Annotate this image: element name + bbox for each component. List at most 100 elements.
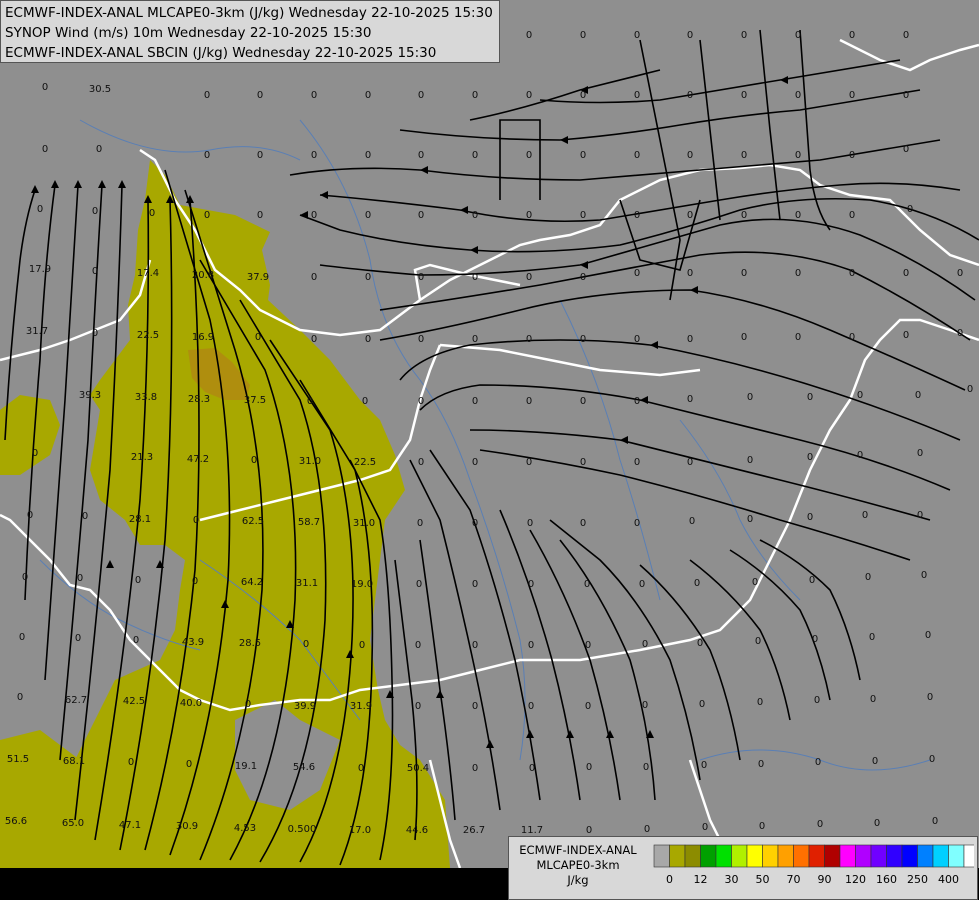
cin-value-label: 0 — [472, 150, 478, 161]
legend-title-line: ECMWF-INDEX-ANAL — [519, 843, 637, 857]
cin-value-label: 0 — [362, 396, 368, 407]
cin-value-label: 0 — [915, 390, 921, 401]
cin-value-label: 0 — [204, 150, 210, 161]
cin-value-label: 28.3 — [188, 394, 210, 405]
cin-value-label: 0 — [870, 694, 876, 705]
cin-value-label: 0 — [526, 30, 532, 41]
cin-value-label: 0.500 — [288, 824, 317, 835]
cin-value-label: 0 — [472, 334, 478, 345]
cin-value-label: 0 — [416, 579, 422, 590]
cin-value-label: 0 — [311, 210, 317, 221]
cin-value-label: 0 — [526, 272, 532, 283]
cin-value-label: 0 — [204, 210, 210, 221]
cin-value-label: 0 — [365, 90, 371, 101]
cin-value-label: 0 — [925, 630, 931, 641]
cin-value-label: 0 — [815, 757, 821, 768]
cin-value-label: 0 — [874, 818, 880, 829]
cin-value-label: 0 — [687, 394, 693, 405]
cin-value-label: 0 — [192, 576, 198, 587]
cin-value-label: 0 — [472, 272, 478, 283]
cin-value-label: 0 — [82, 511, 88, 522]
streamline-arrow — [31, 185, 39, 193]
cin-value-label: 0 — [929, 754, 935, 765]
cin-value-label: 0 — [133, 635, 139, 646]
cin-value-label: 0 — [807, 392, 813, 403]
cin-value-label: 0 — [204, 90, 210, 101]
cin-value-label: 0 — [128, 757, 134, 768]
cin-value-label: 0 — [755, 636, 761, 647]
country-border — [439, 343, 701, 377]
cin-value-label: 0 — [795, 332, 801, 343]
cin-value-label: 39.9 — [294, 701, 316, 712]
wind-streamline — [539, 59, 901, 104]
streamline-arrow — [106, 560, 114, 568]
weather-map: 0 30.5 0 0 0 0 0 0 0 0 0 0 0 0 0 0 0 0 0 0 0 0 0 0 0 0 0 0 0 0 0 0 0 0 0 0 0… — [0, 0, 979, 900]
cin-value-label: 44.6 — [406, 825, 428, 836]
cin-value-label: 0 — [849, 332, 855, 343]
cin-value-label: 0 — [19, 632, 25, 643]
cin-value-label: 0 — [694, 578, 700, 589]
cin-value-label: 20.8 — [192, 270, 214, 281]
wind-streamline — [529, 529, 621, 801]
cin-value-label: 0 — [697, 638, 703, 649]
cin-value-label: 64.2 — [241, 577, 263, 588]
cin-value-label: 0 — [849, 210, 855, 221]
cin-value-label: 0 — [807, 512, 813, 523]
cin-value-label: 0 — [741, 268, 747, 279]
wind-streamline — [299, 197, 979, 253]
cin-value-label: 0 — [921, 570, 927, 581]
cin-value-label: 0 — [135, 575, 141, 586]
cin-value-label: 22.5 — [137, 330, 159, 341]
cin-value-label: 0 — [251, 455, 257, 466]
cin-value-label: 0 — [359, 640, 365, 651]
legend-title-line: J/kg — [567, 873, 589, 887]
cin-value-label: 0 — [472, 701, 478, 712]
wind-streamline — [759, 539, 861, 681]
cin-value-label: 0 — [634, 518, 640, 529]
legend-tick-label: 70 — [787, 873, 801, 886]
cin-value-label: 42.5 — [123, 696, 145, 707]
wind-streamline — [399, 339, 961, 441]
cin-value-label: 0 — [857, 390, 863, 401]
cin-value-label: 0 — [741, 30, 747, 41]
title-line-wind: SYNOP Wind (m/s) 10m Wednesday 22-10-202… — [5, 25, 372, 41]
cin-value-label: 43.9 — [182, 637, 204, 648]
cin-value-label: 56.6 — [5, 816, 27, 827]
title-line-cape: ECMWF-INDEX-ANAL MLCAPE0-3km (J/kg) Wedn… — [5, 5, 493, 21]
cin-value-label: 0 — [634, 396, 640, 407]
cin-value-label: 0 — [907, 204, 913, 215]
cin-value-label: 0 — [917, 448, 923, 459]
cin-value-label: 0 — [903, 90, 909, 101]
cin-value-label: 31.1 — [296, 578, 318, 589]
cin-value-label: 0 — [872, 756, 878, 767]
cin-value-label: 0 — [580, 90, 586, 101]
cin-value-label: 17.4 — [137, 268, 159, 279]
cin-value-label: 0 — [257, 90, 263, 101]
title-line-cin: ECMWF-INDEX-ANAL SBCIN (J/kg) Wednesday … — [5, 45, 437, 61]
streamline-arrow — [620, 436, 628, 444]
legend-title: ECMWF-INDEX-ANAL MLCAPE0-3km J/kg — [513, 843, 643, 888]
cin-value-label: 0 — [526, 210, 532, 221]
cin-value-label: 0 — [580, 518, 586, 529]
cin-value-label: 0 — [92, 266, 98, 277]
streamline-arrow — [580, 261, 588, 269]
cin-value-label: 54.6 — [293, 762, 315, 773]
cin-value-label: 0 — [528, 579, 534, 590]
cin-value-label: 28.5 — [239, 638, 261, 649]
cin-value-label: 33.8 — [135, 392, 157, 403]
cin-value-label: 65.0 — [62, 818, 84, 829]
streamline-arrow — [650, 341, 658, 349]
streamline-arrow — [436, 690, 444, 698]
cin-value-label: 16.9 — [192, 332, 214, 343]
cin-value-label: 0 — [472, 396, 478, 407]
cin-value-label: 0 — [526, 334, 532, 345]
cin-value-label: 0 — [795, 210, 801, 221]
legend-swatch — [715, 844, 732, 868]
cin-value-label: 30.5 — [89, 84, 111, 95]
cin-value-label: 0 — [639, 579, 645, 590]
cin-value-label: 0 — [927, 692, 933, 703]
color-legend: ECMWF-INDEX-ANAL MLCAPE0-3km J/kg 0 12 30 5… — [508, 836, 978, 900]
cin-value-label: 51.5 — [7, 754, 29, 765]
cin-value-label: 0 — [42, 144, 48, 155]
cin-value-label: 58.7 — [298, 517, 320, 528]
